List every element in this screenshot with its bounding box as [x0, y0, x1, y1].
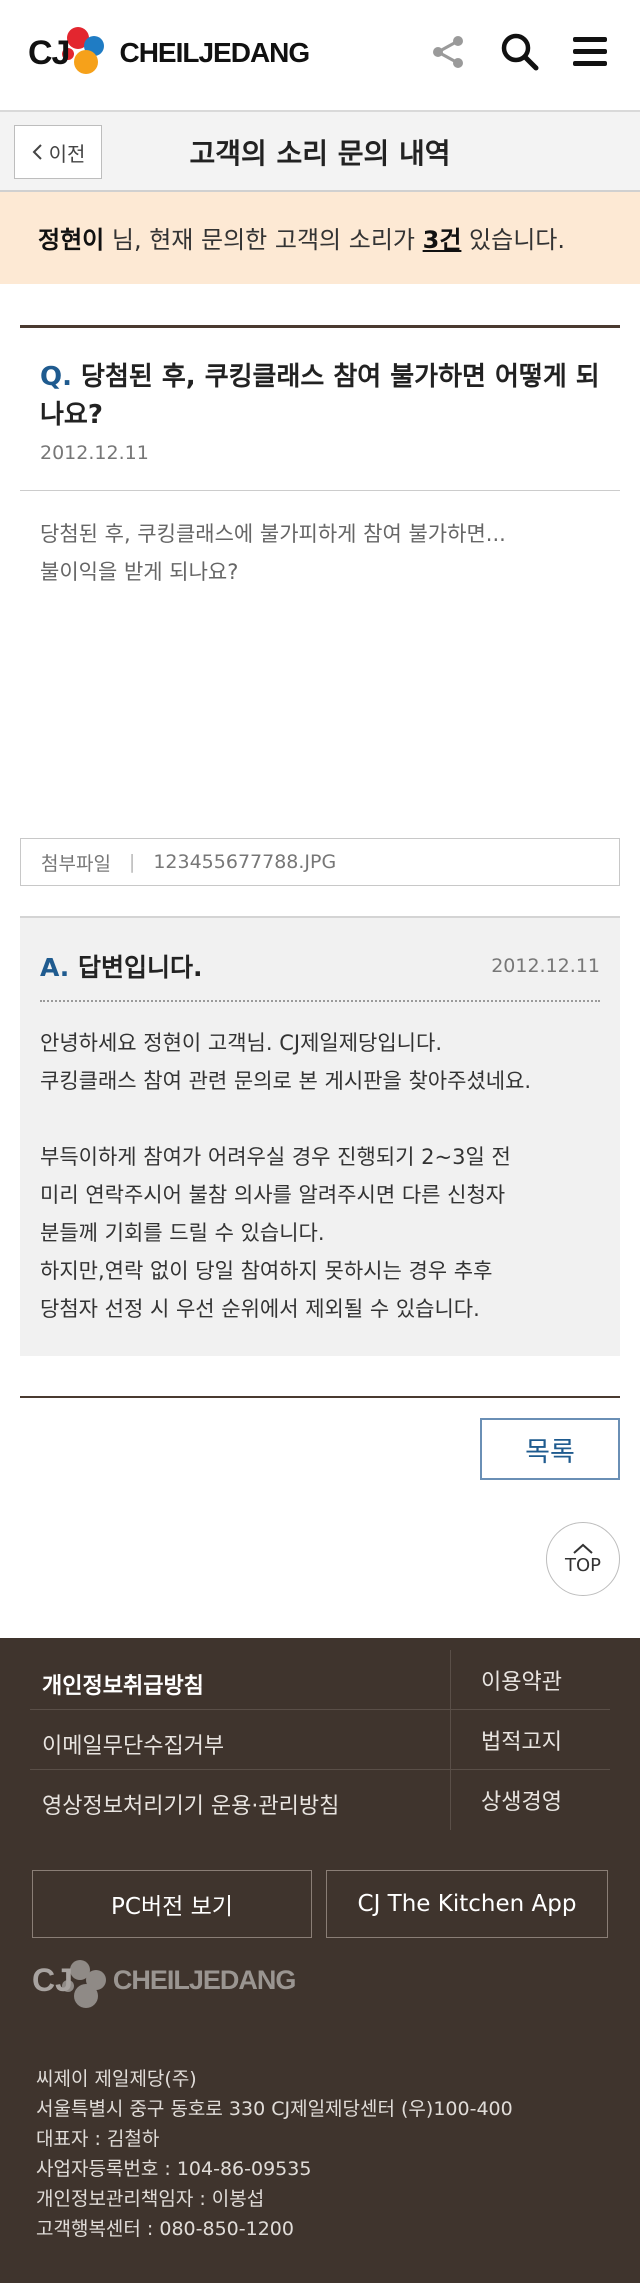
question-block: Q. 당첨된 후, 쿠킹클래스 참여 불가하면 어떻게 되나요? 2012.12… — [20, 325, 620, 831]
search-icon[interactable] — [496, 28, 544, 76]
answer-mark: A. — [40, 953, 70, 982]
cj-logo[interactable]: CJ CHEILJEDANG — [28, 18, 310, 88]
answer-body: 안녕하세요 정현이 고객님. CJ제일제당입니다. 쿠킹클래스 참여 관련 문의… — [40, 1031, 532, 1321]
footer-link-row: 이메일무단수집거부 법적고지 — [30, 1710, 610, 1770]
share-icon[interactable] — [424, 28, 472, 76]
footer-link-row: 영상정보처리기기 운용·관리방침 상생경영 — [30, 1770, 610, 1830]
question-body: 당첨된 후, 쿠킹클래스에 불가피하게 참여 불가하면... 불이익을 받게 되… — [20, 491, 620, 831]
answer-title: A. 답변입니다. — [40, 948, 203, 984]
sub-header: 이전 고객의 소리 문의 내역 — [0, 112, 640, 192]
question-body-line: 당첨된 후, 쿠킹클래스에 불가피하게 참여 불가하면... — [40, 522, 506, 546]
kitchen-app-button[interactable]: CJ The Kitchen App — [326, 1870, 608, 1938]
company-biz-no: 사업자등록번호 : 104-86-09535 — [36, 2158, 312, 2180]
email-refusal-link[interactable]: 이메일무단수집거부 — [42, 1728, 224, 1760]
logo-word-text: CHEILJEDANG — [119, 37, 310, 68]
page: CJ CHEILJEDANG 이전 고객의 소리 문의 내역 정현이 님, 현재… — [0, 0, 640, 2283]
company-call-center: 고객행복센터 : 080-850-1200 — [36, 2218, 294, 2240]
company-address: 서울특별시 중구 동호로 330 CJ제일제당센터 (우)100-400 — [36, 2098, 513, 2120]
notice-text-end: 있습니다. — [461, 226, 565, 254]
top-label: TOP — [564, 1554, 602, 1576]
footer-logo-cj-text: CJ — [32, 1962, 73, 1998]
company-name: 씨제이 제일제당(주) — [36, 2068, 197, 2090]
inquiry-count-notice: 정현이 님, 현재 문의한 고객의 소리가 3건 있습니다. — [0, 192, 640, 284]
win-win-link[interactable]: 상생경영 — [450, 1770, 562, 1830]
notice-text-mid: 님, 현재 문의한 고객의 소리가 — [104, 226, 423, 254]
company-ceo: 대표자 : 김철하 — [36, 2128, 160, 2150]
company-info: 씨제이 제일제당(주) 서울특별시 중구 동호로 330 CJ제일제당센터 (우… — [36, 2064, 513, 2244]
attachment-label: 첨부파일 — [41, 852, 111, 875]
question-body-line: 불이익을 받게 되나요? — [40, 560, 239, 584]
content-divider — [20, 1396, 620, 1398]
menu-icon[interactable] — [566, 28, 614, 76]
privacy-policy-link[interactable]: 개인정보취급방침 — [42, 1668, 204, 1700]
user-name: 정현이 — [38, 226, 105, 254]
attachment-separator: | — [128, 851, 136, 873]
list-button[interactable]: 목록 — [480, 1418, 620, 1480]
question-mark: Q. — [40, 362, 72, 392]
chevron-up-icon — [573, 1543, 593, 1554]
inquiry-count[interactable]: 3건 — [423, 226, 462, 254]
question-title-text: 당첨된 후, 쿠킹클래스 참여 불가하면 어떻게 되나요? — [40, 362, 600, 430]
question-date: 2012.12.11 — [20, 434, 620, 491]
attachment-row: 첨부파일 | 123455677788.JPG — [20, 838, 620, 886]
cctv-policy-link[interactable]: 영상정보처리기기 운용·관리방침 — [42, 1788, 339, 1820]
answer-block: A. 답변입니다. 2012.12.11 안녕하세요 정현이 고객님. CJ제일… — [20, 916, 620, 1356]
legal-notice-link[interactable]: 법적고지 — [450, 1710, 562, 1770]
attachment-filename[interactable]: 123455677788.JPG — [153, 851, 336, 873]
question-title: Q. 당첨된 후, 쿠킹클래스 참여 불가하면 어떻게 되나요? — [20, 328, 620, 434]
answer-header: A. 답변입니다. 2012.12.11 — [40, 948, 600, 1002]
scroll-top-button[interactable]: TOP — [546, 1522, 620, 1596]
page-title: 고객의 소리 문의 내역 — [189, 137, 451, 170]
site-header: CJ CHEILJEDANG — [0, 0, 640, 112]
footer-link-row: 개인정보취급방침 이용약관 — [30, 1650, 610, 1710]
answer-title-text: 답변입니다. — [78, 953, 203, 982]
company-privacy-officer: 개인정보관리책임자 : 이봉섭 — [36, 2188, 265, 2210]
terms-link[interactable]: 이용약관 — [450, 1650, 562, 1710]
footer-logo-word-text: CHEILJEDANG — [112, 1965, 297, 1995]
answer-date: 2012.12.11 — [491, 955, 600, 977]
logo-cj-text: CJ — [28, 33, 70, 72]
footer-logo: CJ CHEILJEDANG — [32, 1960, 297, 2008]
pc-version-button[interactable]: PC버전 보기 — [32, 1870, 312, 1938]
